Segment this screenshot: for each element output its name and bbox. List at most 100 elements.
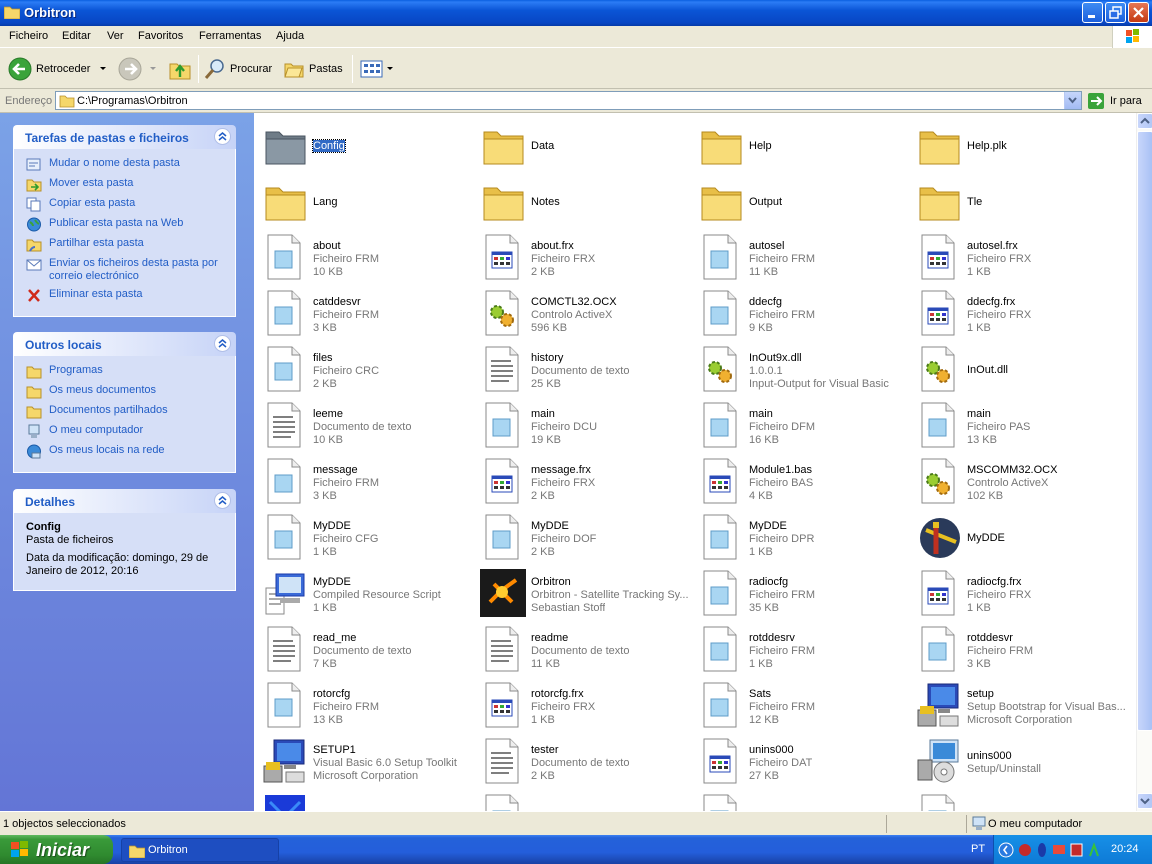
place-item[interactable]: Documentos partilhados — [26, 404, 235, 419]
chevron-down-icon[interactable] — [98, 66, 108, 72]
menu-ver[interactable]: Ver — [107, 30, 124, 42]
file-item[interactable]: SETUP1 Visual Basic 6.0 Setup Toolkit Micr… — [258, 736, 473, 788]
file-item[interactable]: setup Setup Bootstrap for Visual Bas... Mi… — [912, 680, 1127, 732]
other-places-header[interactable]: Outros locais — [13, 332, 236, 356]
task-item[interactable]: Publicar esta pasta na Web — [26, 217, 235, 232]
up-folder-button[interactable] — [168, 56, 192, 82]
folder-item[interactable]: Config — [258, 120, 473, 172]
scroll-up-button[interactable] — [1137, 113, 1152, 129]
folder-item[interactable]: Help — [694, 120, 909, 172]
go-button[interactable]: Ir para — [1087, 92, 1142, 110]
file-item[interactable]: InOut.dll — [912, 344, 1127, 396]
address-input[interactable]: C:\Programas\Orbitron — [55, 91, 1082, 110]
title-bar[interactable]: Orbitron — [0, 0, 1152, 26]
folders-button[interactable]: Pastas — [283, 56, 343, 82]
file-item[interactable]: main Ficheiro DFM 16 KB — [694, 400, 909, 452]
vertical-scrollbar[interactable] — [1136, 113, 1152, 811]
file-item[interactable]: MSCOMM32.OCX Controlo ActiveX 102 KB — [912, 456, 1127, 508]
address-dropdown-button[interactable] — [1064, 92, 1081, 109]
file-item[interactable]: tester Documento de texto 2 KB — [476, 736, 691, 788]
file-item[interactable]: about.frx Ficheiro FRX 2 KB — [476, 232, 691, 284]
file-item[interactable]: rotddesvr Ficheiro FRM 3 KB — [912, 624, 1127, 676]
folder-item[interactable]: Output — [694, 176, 909, 228]
file-item[interactable]: MyDDE — [912, 512, 1127, 564]
file-item[interactable]: message Ficheiro FRM 3 KB — [258, 456, 473, 508]
file-item[interactable]: about Ficheiro FRM 10 KB — [258, 232, 473, 284]
file-item[interactable]: wispdde — [476, 792, 691, 811]
file-item[interactable]: wispdde — [258, 792, 473, 811]
menu-favoritos[interactable]: Favoritos — [138, 30, 183, 42]
file-item[interactable]: autosel Ficheiro FRM 11 KB — [694, 232, 909, 284]
task-item[interactable]: Partilhar esta pasta — [26, 237, 235, 252]
place-item[interactable]: Programas — [26, 364, 235, 379]
file-item[interactable]: InOut9x.dll 1.0.0.1 Input-Output for Visua… — [694, 344, 909, 396]
file-item[interactable]: radiocfg Ficheiro FRM 35 KB — [694, 568, 909, 620]
details-header[interactable]: Detalhes — [13, 489, 236, 513]
file-item[interactable]: rotorcfg.frx Ficheiro FRX 1 KB — [476, 680, 691, 732]
file-item[interactable]: unins000 Ficheiro DAT 27 KB — [694, 736, 909, 788]
file-item[interactable]: MyDDE Ficheiro DOF 2 KB — [476, 512, 691, 564]
file-item[interactable]: main Ficheiro PAS 13 KB — [912, 400, 1127, 452]
file-item[interactable]: MyDDE Ficheiro CFG 1 KB — [258, 512, 473, 564]
task-item[interactable]: Enviar os ficheiros desta pasta por corr… — [26, 257, 235, 283]
file-item[interactable]: MyDDE Compiled Resource Script 1 KB — [258, 568, 473, 620]
scroll-down-button[interactable] — [1137, 793, 1152, 809]
folder-item[interactable]: Lang — [258, 176, 473, 228]
folder-item[interactable]: Tle — [912, 176, 1127, 228]
file-item[interactable]: Sats Ficheiro FRM 12 KB — [694, 680, 909, 732]
file-item[interactable]: autosel.frx Ficheiro FRX 1 KB — [912, 232, 1127, 284]
close-button[interactable] — [1128, 2, 1149, 23]
file-item[interactable]: Orbitron Orbitron - Satellite Tracking Sy… — [476, 568, 691, 620]
file-item[interactable]: ddecfg.frx Ficheiro FRX 1 KB — [912, 288, 1127, 340]
file-item[interactable]: unins000 Setup/Uninstall — [912, 736, 1127, 788]
file-item[interactable]: wispdde — [694, 792, 909, 811]
folder-item[interactable]: Data — [476, 120, 691, 172]
language-indicator[interactable]: PT — [971, 843, 985, 855]
minimize-button[interactable] — [1082, 2, 1103, 23]
task-item[interactable]: Eliminar esta pasta — [26, 288, 235, 303]
file-item[interactable]: readme Documento de texto 11 KB — [476, 624, 691, 676]
file-item[interactable]: main Ficheiro DCU 19 KB — [476, 400, 691, 452]
scroll-thumb[interactable] — [1137, 131, 1152, 731]
file-item[interactable]: COMCTL32.OCX Controlo ActiveX 596 KB — [476, 288, 691, 340]
file-item[interactable]: MyDDE Ficheiro DPR 1 KB — [694, 512, 909, 564]
place-item[interactable]: Os meus locais na rede — [26, 444, 235, 459]
tray-icons[interactable] — [998, 841, 1108, 859]
file-item[interactable]: ddecfg Ficheiro FRM 9 KB — [694, 288, 909, 340]
restore-button[interactable] — [1105, 2, 1126, 23]
file-type: Controlo ActiveX — [531, 309, 613, 321]
place-item[interactable]: Os meus documentos — [26, 384, 235, 399]
menu-ferramentas[interactable]: Ferramentas — [199, 30, 261, 42]
menu-editar[interactable]: Editar — [62, 30, 91, 42]
collapse-chevron-icon[interactable] — [214, 128, 231, 145]
chevron-down-icon[interactable] — [148, 66, 158, 72]
file-item[interactable]: catddesvr Ficheiro FRM 3 KB — [258, 288, 473, 340]
file-item[interactable]: radiocfg.frx Ficheiro FRX 1 KB — [912, 568, 1127, 620]
file-item[interactable]: files Ficheiro CRC 2 KB — [258, 344, 473, 396]
file-item[interactable]: leeme Documento de texto 10 KB — [258, 400, 473, 452]
task-item[interactable]: Mudar o nome desta pasta — [26, 157, 235, 172]
taskbar-window-button[interactable]: Orbitron — [121, 838, 279, 862]
file-item[interactable]: Module1.bas Ficheiro BAS 4 KB — [694, 456, 909, 508]
file-item[interactable]: rotorcfg Ficheiro FRM 13 KB — [258, 680, 473, 732]
file-item[interactable]: rotddesrv Ficheiro FRM 1 KB — [694, 624, 909, 676]
search-button[interactable]: Procurar — [204, 56, 272, 82]
back-button[interactable]: Retroceder — [8, 56, 108, 82]
folder-item[interactable]: Help.plk — [912, 120, 1127, 172]
file-item[interactable]: Wispdde — [912, 792, 1127, 811]
menu-ficheiro[interactable]: Ficheiro — [9, 30, 48, 42]
place-item[interactable]: O meu computador — [26, 424, 235, 439]
menu-ajuda[interactable]: Ajuda — [276, 30, 304, 42]
collapse-chevron-icon[interactable] — [214, 492, 231, 509]
file-item[interactable]: history Documento de texto 25 KB — [476, 344, 691, 396]
file-item[interactable]: message.frx Ficheiro FRX 2 KB — [476, 456, 691, 508]
folder-tasks-header[interactable]: Tarefas de pastas e ficheiros — [13, 125, 236, 149]
task-item[interactable]: Mover esta pasta — [26, 177, 235, 192]
forward-button[interactable] — [118, 56, 158, 82]
start-button[interactable]: Iniciar — [0, 835, 113, 864]
collapse-chevron-icon[interactable] — [214, 335, 231, 352]
file-item[interactable]: read_me Documento de texto 7 KB — [258, 624, 473, 676]
folder-item[interactable]: Notes — [476, 176, 691, 228]
views-button[interactable] — [360, 56, 394, 82]
task-item[interactable]: Copiar esta pasta — [26, 197, 235, 212]
